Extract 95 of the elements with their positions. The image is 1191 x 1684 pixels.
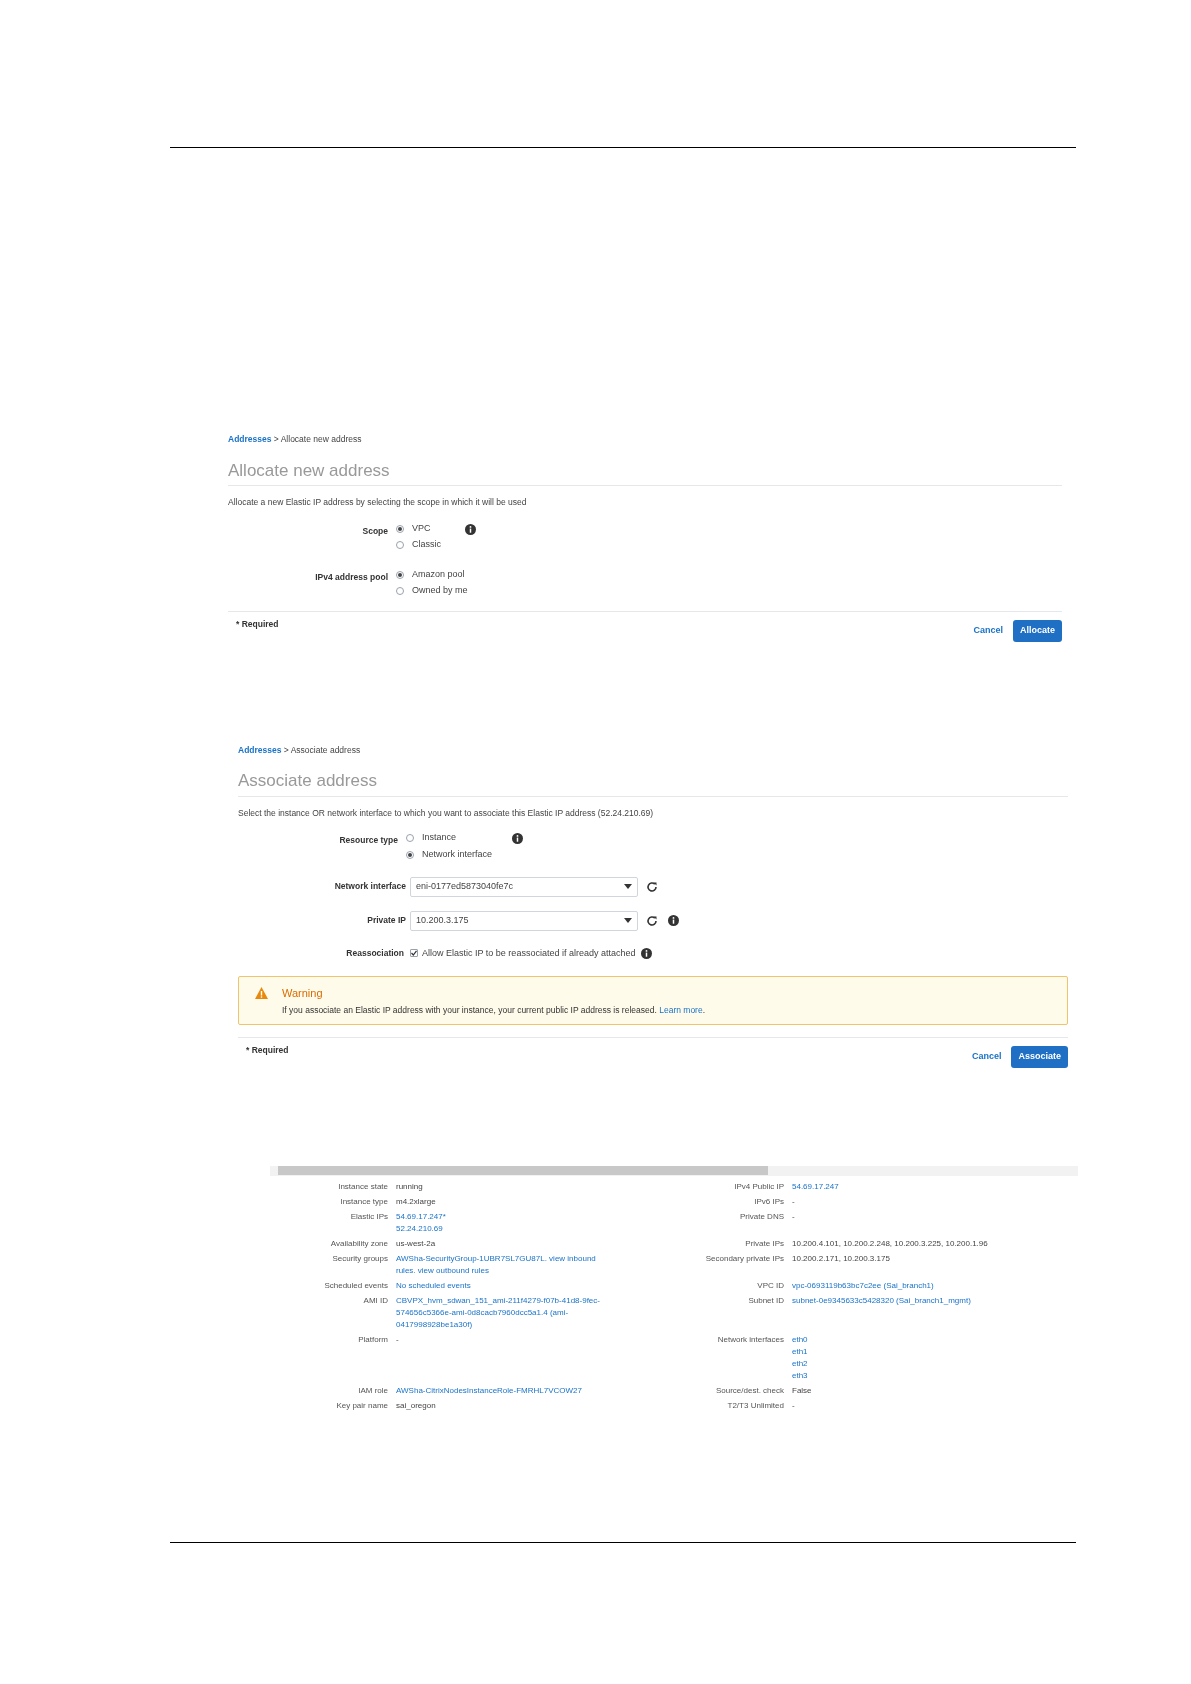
detail-link[interactable]: 52.24.210.69 — [396, 1222, 596, 1235]
description: Select the instance OR network interface to which you want to associate this Elastic IP address (52.24.210.69) — [238, 806, 655, 820]
required-note: * Required — [235, 618, 279, 631]
detail-label: AMI ID — [362, 1294, 388, 1307]
select-field[interactable]: eni-0177ed5873040fe7c — [410, 876, 638, 897]
radio-button[interactable] — [396, 587, 404, 595]
detail-label: Instance state — [337, 1180, 388, 1193]
detail-label: Availability zone — [329, 1237, 388, 1250]
checkbox-label: Allow Elastic IP to be reassociated if already attached — [422, 946, 636, 960]
detail-value: - — [792, 1399, 796, 1412]
info-icon — [512, 832, 524, 844]
detail-label: Subnet ID — [747, 1294, 784, 1307]
detail-label: IPv4 Public IP — [733, 1180, 784, 1193]
radio-label: Amazon pool — [412, 568, 465, 582]
breadcrumb-link[interactable]: Addresses — [228, 434, 272, 444]
radio-button[interactable] — [406, 833, 414, 842]
detail-link[interactable]: AWSha-SecurityGroup-1UBR7SL7GU87L. view inbound — [396, 1252, 596, 1265]
detail-link[interactable]: eth0 — [792, 1333, 1078, 1346]
refresh-icon[interactable] — [646, 880, 658, 893]
info-icon — [641, 947, 653, 959]
detail-link[interactable]: No scheduled events — [396, 1279, 596, 1292]
field-label: Private IP — [366, 914, 407, 927]
warning-text: If you associate an Elastic IP address with your instance, your current public IP address is released. Learn more. — [282, 1003, 706, 1017]
breadcrumb: Addresses > Associate address — [238, 743, 362, 757]
breadcrumb-link[interactable]: Addresses — [238, 744, 282, 755]
detail-value: - — [792, 1195, 796, 1208]
field-label: Scope — [361, 525, 389, 538]
description: Allocate a new Elastic IP address by selecting the scope in which it will be used — [228, 496, 528, 509]
scrollbar-thumb[interactable] — [278, 1166, 768, 1176]
checkbox[interactable] — [410, 949, 418, 958]
detail-link[interactable]: rules. view outbound rules — [396, 1264, 596, 1277]
detail-value: us-west-2a — [396, 1237, 437, 1250]
detail-value: sai_oregon — [396, 1399, 437, 1412]
detail-link[interactable]: subnet-0e9345633c5428320 (Sai_branch1_mgmt) — [792, 1294, 1078, 1307]
field-label: Reassociation — [345, 946, 405, 960]
caret-icon — [624, 918, 632, 923]
detail-label: Instance type — [339, 1195, 388, 1208]
radio-button[interactable] — [396, 525, 404, 533]
detail-value: - — [396, 1333, 400, 1346]
cancel-button[interactable]: Cancel — [971, 624, 1005, 638]
warning-icon — [255, 987, 268, 999]
detail-link[interactable]: 54.69.17.247* — [396, 1210, 596, 1223]
detail-value: m4.2xlarge — [396, 1195, 437, 1208]
select-field[interactable]: 10.200.3.175 — [410, 910, 638, 931]
info-icon — [668, 915, 679, 926]
detail-value: 10.200.2.171, 10.200.3.175 — [792, 1252, 891, 1265]
page-title: Allocate new address — [228, 457, 1062, 487]
radio-button[interactable] — [406, 850, 414, 859]
detail-label: Scheduled events — [323, 1279, 388, 1292]
learn-more-link[interactable]: Learn more — [659, 1004, 703, 1015]
page-title: Associate address — [238, 768, 1068, 797]
cancel-button[interactable]: Cancel — [969, 1050, 1004, 1064]
detail-link[interactable]: 54.69.17.247 — [792, 1180, 1078, 1193]
detail-link[interactable]: 574656c5366e-ami-0d8cacb7960dcc5a1.4 (ami- — [396, 1306, 596, 1319]
detail-label: Network interfaces — [716, 1333, 784, 1346]
detail-label: Secondary private IPs — [704, 1252, 784, 1265]
detail-link[interactable]: vpc-0693119b63bc7c2ee (Sai_branch1) — [792, 1279, 1078, 1292]
field-label: IPv4 address pool — [314, 571, 389, 584]
info-icon — [465, 524, 476, 535]
detail-link[interactable]: eth2 — [792, 1357, 1078, 1370]
radio-label: Network interface — [422, 847, 493, 861]
detail-label: Key pair name — [335, 1399, 388, 1412]
detail-label: IAM role — [357, 1384, 388, 1397]
detail-value: False — [792, 1384, 813, 1397]
field-label: Resource type — [338, 833, 399, 847]
submit-button[interactable]: Associate — [1011, 1046, 1068, 1068]
detail-label: Private DNS — [739, 1210, 784, 1223]
detail-value: - — [792, 1210, 796, 1223]
detail-label: Elastic IPs — [349, 1210, 388, 1223]
refresh-icon[interactable] — [646, 914, 658, 927]
detail-link[interactable]: eth1 — [792, 1345, 1078, 1358]
breadcrumb: Addresses > Allocate new address — [228, 433, 363, 446]
warning-title: Warning — [282, 986, 324, 1001]
radio-label: Instance — [422, 830, 457, 844]
radio-label: Classic — [412, 538, 441, 552]
field-label: Network interface — [333, 880, 407, 893]
caret-icon — [624, 884, 632, 889]
detail-link[interactable]: 0417998928be1a30f) — [396, 1318, 596, 1331]
radio-button[interactable] — [396, 571, 404, 579]
radio-label: VPC — [412, 522, 431, 536]
required-note: * Required — [245, 1044, 289, 1057]
detail-label: IPv6 IPs — [753, 1195, 784, 1208]
detail-value: 10.200.4.101, 10.200.2.248, 10.200.3.225, 10.200.1.96 — [792, 1237, 989, 1250]
radio-button[interactable] — [396, 541, 404, 549]
detail-label: Private IPs — [744, 1237, 784, 1250]
submit-button[interactable]: Allocate — [1013, 620, 1062, 642]
detail-label: VPC ID — [756, 1279, 784, 1292]
detail-label: Security groups — [331, 1252, 388, 1265]
radio-label: Owned by me — [412, 584, 468, 598]
detail-label: Source/dest. check — [714, 1384, 784, 1397]
detail-link[interactable]: AWSha-CitrixNodesInstanceRole-FMRHL7VCOW27 — [396, 1384, 596, 1397]
detail-link[interactable]: eth3 — [792, 1369, 1078, 1382]
detail-label: T2/T3 Unlimited — [726, 1399, 784, 1412]
detail-value: running — [396, 1180, 424, 1193]
detail-label: Platform — [357, 1333, 388, 1346]
